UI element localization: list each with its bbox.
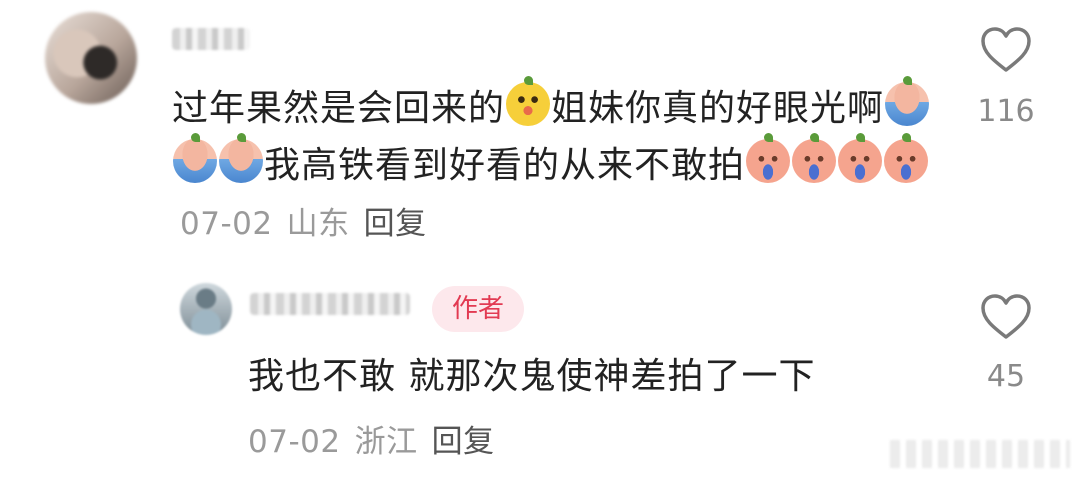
reply-button[interactable]: 回复 (364, 206, 427, 242)
reply-meta: 07-02 浙江 回复 (248, 420, 495, 464)
watermark-blurred (890, 440, 1070, 468)
comment-text-part1: 过年果然是会回来的 (172, 88, 506, 129)
heart-outline-icon[interactable] (979, 26, 1033, 74)
comment-location: 山东 (286, 206, 350, 242)
reply-username-blurred[interactable] (250, 293, 410, 315)
user-avatar[interactable] (45, 12, 137, 104)
reply-text: 我也不敢 就那次鬼使神差拍了一下 (248, 356, 816, 397)
like-button[interactable]: 116 (956, 26, 1056, 129)
like-count: 116 (977, 94, 1035, 129)
reply-user-avatar[interactable] (180, 283, 232, 335)
comment-text-part3: 我高铁看到好看的从来不敢拍 (264, 145, 746, 186)
reply-like-count: 45 (986, 359, 1026, 394)
comment-text: 过年果然是会回来的 姐妹你真的好眼光啊我高铁看到好看的从来不敢拍 07-02 山东 回复 (172, 76, 932, 253)
comment-text-part2: 姐妹你真的好眼光啊 (551, 88, 885, 129)
sobbing-face-emoji-icon (792, 133, 837, 183)
sobbing-face-emoji-icon (838, 133, 883, 183)
crying-face-emoji-icon (219, 133, 263, 183)
reply-date: 07-02 (248, 424, 341, 460)
crying-face-emoji-icon (173, 133, 217, 183)
author-badge: 作者 (432, 286, 524, 332)
sobbing-face-emoji-icon (746, 133, 791, 183)
reply-location: 浙江 (354, 424, 418, 460)
reply-reply-button[interactable]: 回复 (432, 424, 495, 460)
crying-face-emoji-icon (885, 76, 930, 126)
comment-meta: 07-02 山东 回复 (180, 206, 427, 242)
username-blurred[interactable] (172, 28, 250, 50)
comment-date: 07-02 (180, 206, 273, 242)
laughing-face-emoji-icon (506, 76, 551, 126)
heart-outline-icon[interactable] (979, 293, 1033, 341)
sobbing-face-emoji-icon (884, 133, 929, 183)
reply-like-button[interactable]: 45 (956, 293, 1056, 394)
